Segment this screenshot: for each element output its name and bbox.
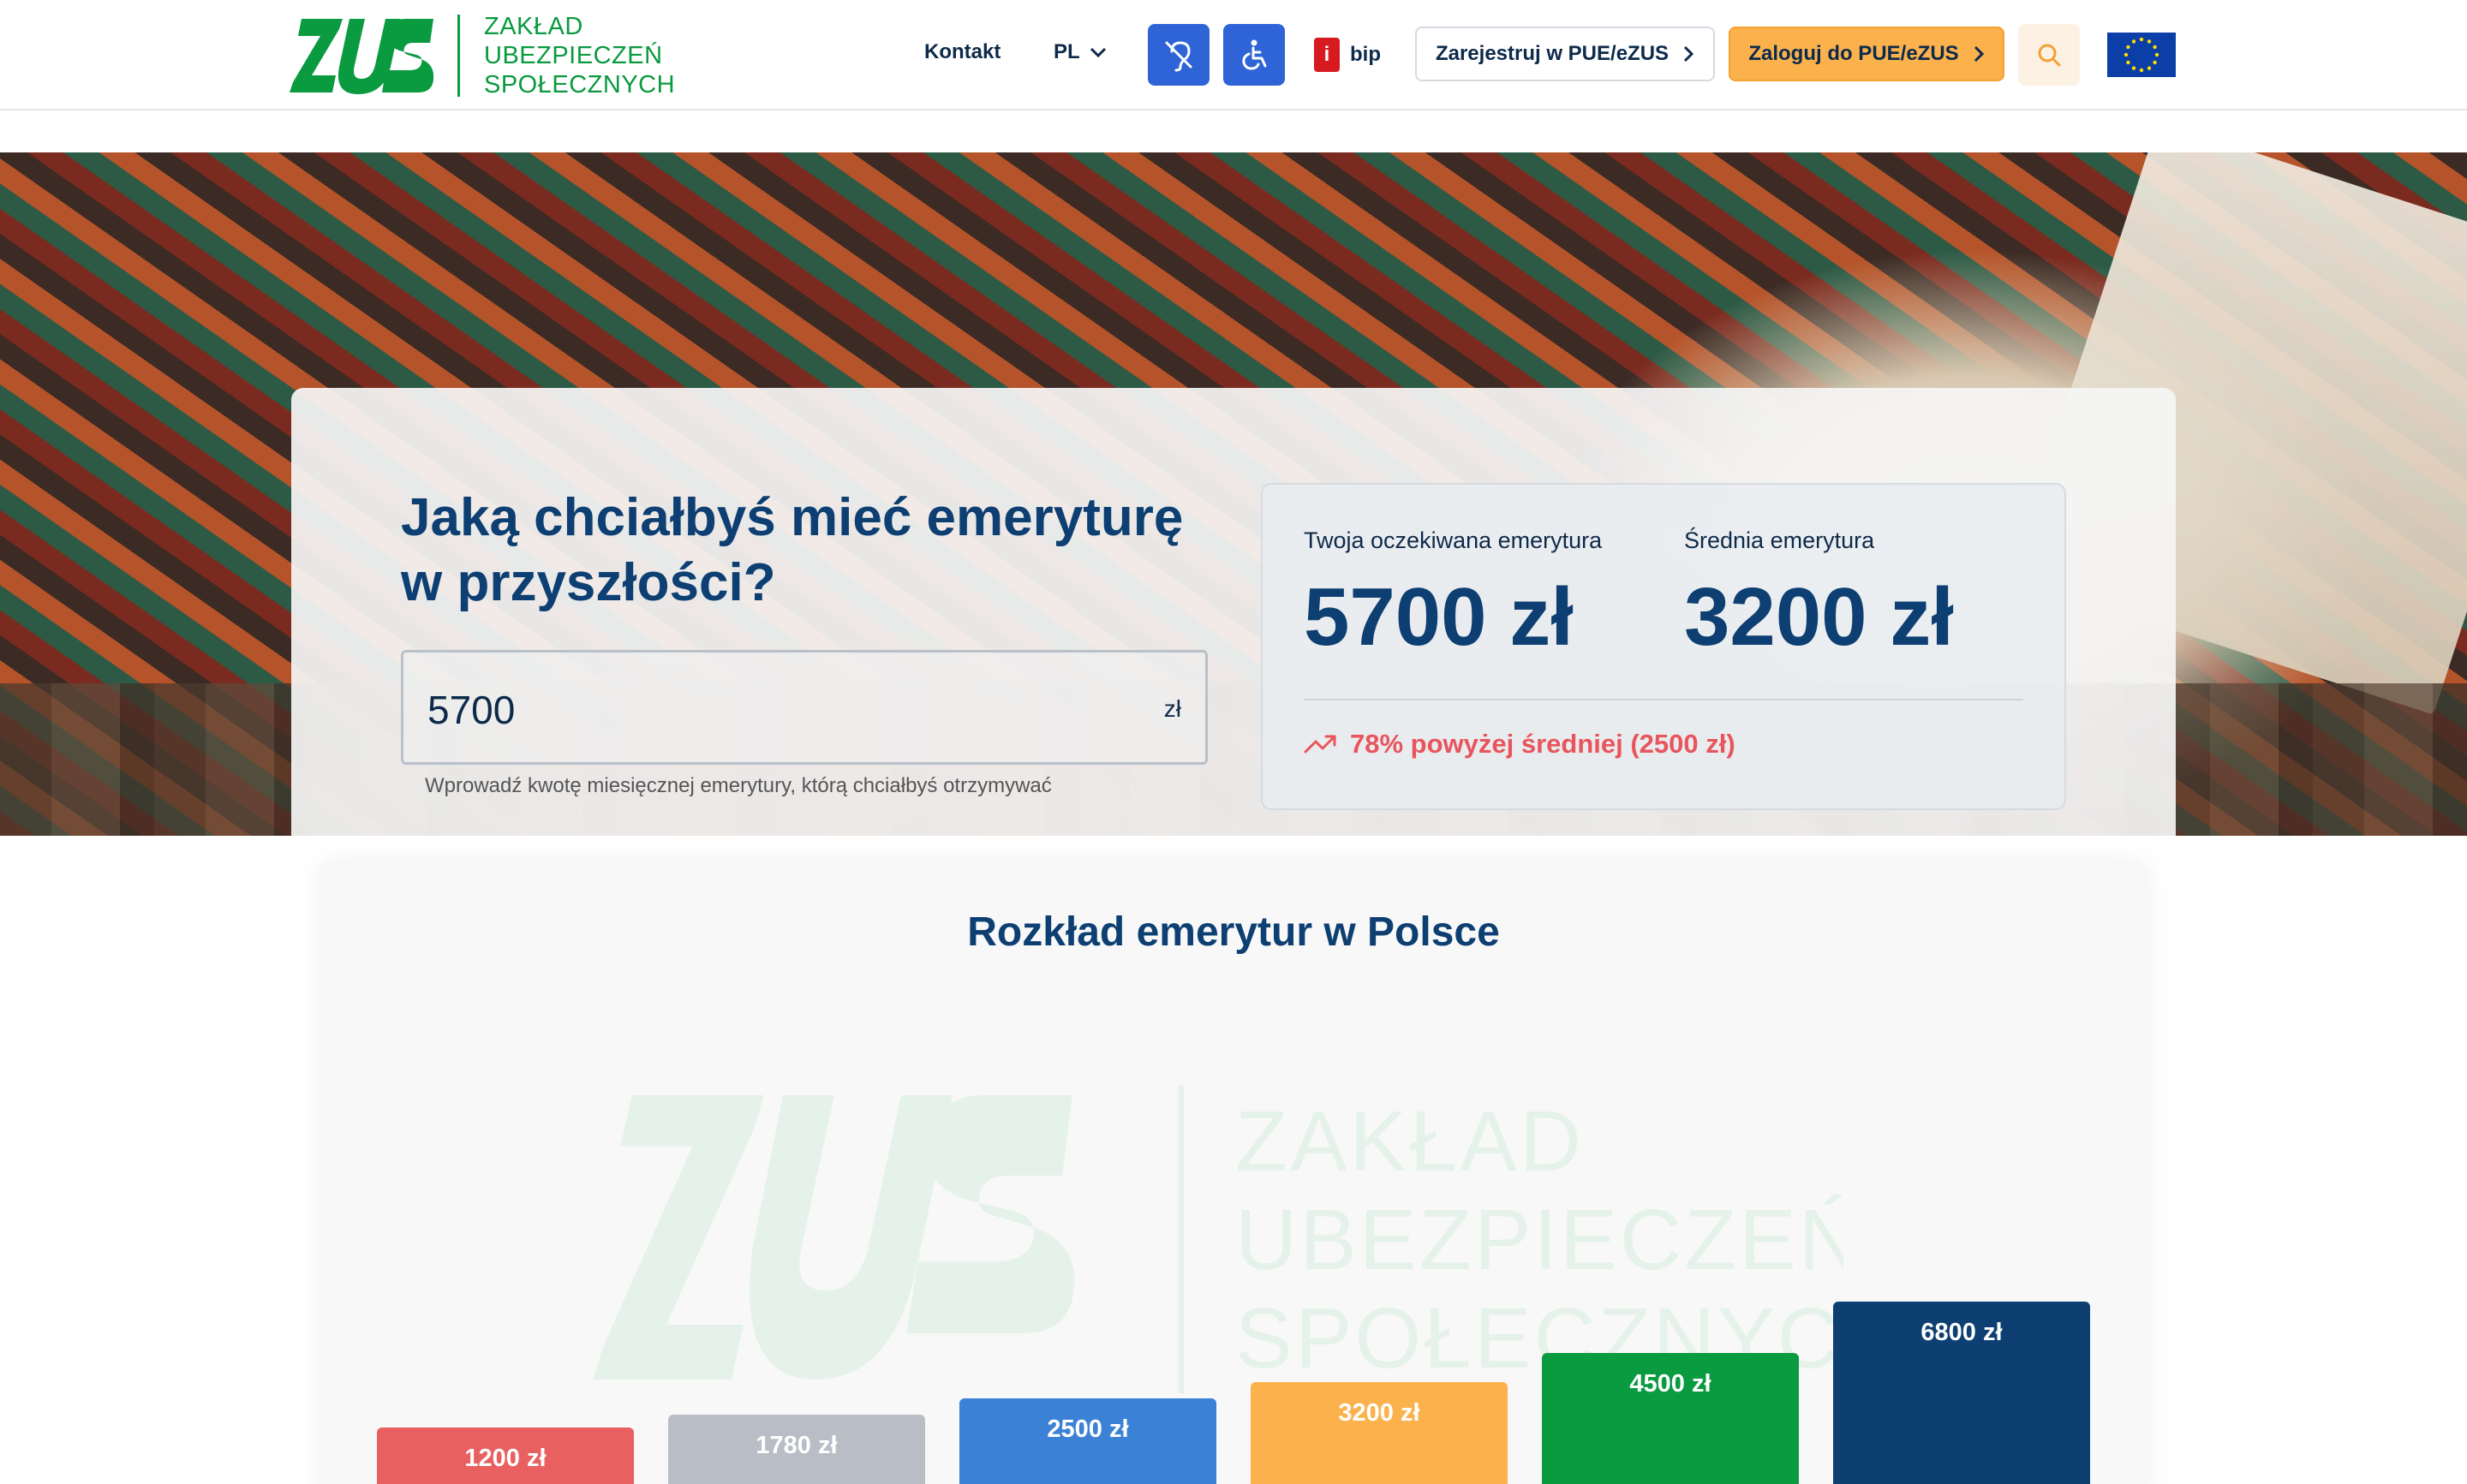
language-select[interactable]: PL	[1054, 40, 1108, 64]
site-header: ZAKŁAD UBEZPIECZEŃ SPOŁECZNYCH Kontakt P…	[0, 0, 2467, 110]
zus-logo-mark	[290, 19, 433, 94]
mobility-accessibility-button[interactable]	[1223, 24, 1285, 86]
language-label: PL	[1054, 40, 1080, 63]
nav-kontakt-link[interactable]: Kontakt	[924, 40, 1001, 64]
logo-line-3: SPOŁECZNYCH	[484, 71, 676, 98]
pension-amount-value: 5700	[427, 688, 516, 732]
logo-text: ZAKŁAD UBEZPIECZEŃ SPOŁECZNYCH	[484, 12, 675, 99]
zus-logo[interactable]: ZAKŁAD UBEZPIECZEŃ SPOŁECZNYCH	[290, 12, 675, 99]
bip-badge-icon: i	[1314, 38, 1340, 72]
login-pue-button[interactable]: Zaloguj do PUE/eZUS	[1729, 27, 2004, 81]
eu-flag-icon[interactable]	[2107, 33, 2176, 77]
chart-bar-label: 3200 zł	[1338, 1399, 1420, 1427]
search-button[interactable]	[2018, 24, 2080, 86]
chart-bar[interactable]: 6800 zł	[1833, 1302, 2090, 1484]
login-pue-label: Zaloguj do PUE/eZUS	[1748, 42, 1959, 65]
chart-bar-label: 2500 zł	[1047, 1415, 1129, 1443]
expected-pension-label: Twoja oczekiwana emerytura	[1304, 527, 1603, 553]
trending-up-icon	[1304, 735, 1336, 754]
hearing-accessibility-button[interactable]	[1148, 24, 1210, 86]
pension-amount-hint: Wprowadź kwotę miesięcznej emerytury, kt…	[425, 774, 1052, 797]
watermark-line-2: UBEZPIECZEŃ	[1235, 1192, 1843, 1288]
chart-bar[interactable]: 1200 zł	[377, 1427, 634, 1484]
chart-bar-label: 1200 zł	[464, 1445, 547, 1472]
chevron-right-icon	[1974, 45, 1984, 63]
average-pension-label: Średnia emerytura	[1684, 527, 1875, 553]
hero-title: Jaką chciałbyś mieć emeryturę w przyszło…	[401, 488, 1184, 612]
logo-divider	[457, 15, 460, 97]
wheelchair-icon	[1242, 39, 1267, 70]
logo-line-1: ZAKŁAD	[484, 13, 583, 40]
chart-bar-label: 1780 zł	[756, 1432, 838, 1459]
expected-pension-value: 5700 zł	[1304, 571, 1574, 663]
logo-line-2: UBEZPIECZEŃ	[484, 42, 663, 69]
chart-bar[interactable]: 4500 zł	[1542, 1353, 1799, 1484]
chart-bar[interactable]: 1780 zł	[668, 1415, 925, 1484]
bip-link[interactable]: i bip	[1314, 38, 1381, 72]
distribution-title: Rozkład emerytur w Polsce	[967, 909, 1500, 955]
comparison-text: 78% powyżej średniej (2500 zł)	[1350, 729, 1735, 759]
search-icon	[2038, 44, 2061, 67]
stats-divider	[1304, 699, 2023, 700]
comparison-note: 78% powyżej średniej (2500 zł)	[1304, 729, 1735, 760]
eu-stars-icon	[2124, 37, 2159, 73]
chevron-right-icon	[1683, 45, 1694, 63]
pension-distribution-section: Rozkład emerytur w Polsce ZAKŁAD UBEZPIE…	[319, 861, 2148, 1484]
ear-slash-icon	[1165, 41, 1192, 72]
chart-bar[interactable]: 3200 zł	[1251, 1382, 1508, 1484]
zus-watermark-logo: ZAKŁAD UBEZPIECZEŃ SPOŁECZNYCH	[593, 1085, 1843, 1393]
pension-amount-input[interactable]: 5700 zł	[401, 650, 1208, 765]
pension-stats-panel: Twoja oczekiwana emerytura 5700 zł Średn…	[1261, 483, 2066, 810]
chart-bar-label: 6800 zł	[1920, 1319, 2003, 1346]
register-pue-button[interactable]: Zarejestruj w PUE/eZUS	[1415, 27, 1715, 81]
watermark-line-1: ZAKŁAD	[1235, 1094, 1584, 1189]
pension-goal-card: Jaką chciałbyś mieć emeryturę w przyszło…	[291, 388, 2176, 836]
chevron-down-icon	[1090, 47, 1106, 58]
hero-section: Jaką chciałbyś mieć emeryturę w przyszło…	[0, 152, 2467, 836]
register-pue-label: Zarejestruj w PUE/eZUS	[1435, 42, 1670, 65]
chart-bar-label: 4500 zł	[1629, 1370, 1711, 1398]
bip-label: bip	[1350, 43, 1381, 66]
currency-unit: zł	[1163, 695, 1181, 722]
average-pension-value: 3200 zł	[1684, 571, 1954, 663]
chart-bar[interactable]: 2500 zł	[959, 1398, 1216, 1484]
